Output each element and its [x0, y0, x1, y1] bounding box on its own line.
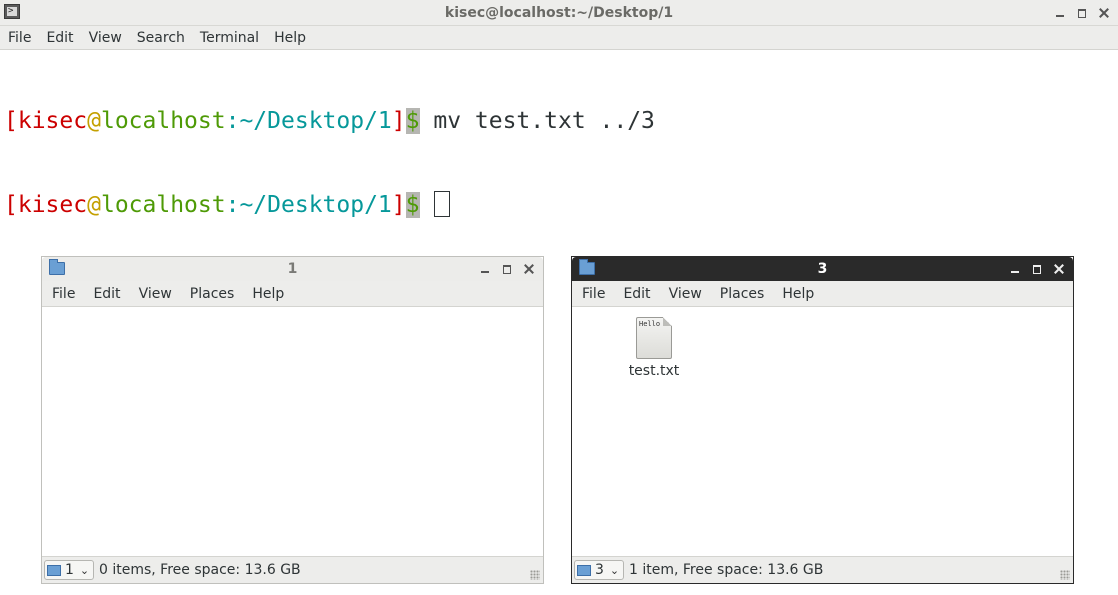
- prompt-bracket-close: ]: [391, 108, 406, 134]
- file-view-area[interactable]: [42, 307, 543, 557]
- menu-places[interactable]: Places: [180, 286, 243, 302]
- location-label: 1: [65, 562, 74, 578]
- menu-file[interactable]: File: [572, 286, 613, 302]
- minimize-icon[interactable]: [479, 263, 491, 275]
- location-dropdown[interactable]: 1 ⌄: [44, 560, 94, 580]
- folder-icon: [47, 564, 61, 576]
- prompt-colon: :: [225, 192, 240, 218]
- prompt-dollar: $: [405, 108, 420, 134]
- prompt-at: @: [87, 192, 101, 218]
- file-manager-window-3: 3 File Edit View Places Help Hello test.…: [571, 256, 1074, 584]
- minimize-icon[interactable]: [1009, 263, 1021, 275]
- menu-terminal[interactable]: Terminal: [192, 30, 266, 46]
- file-name: test.txt: [628, 363, 680, 379]
- menu-edit[interactable]: Edit: [38, 30, 80, 46]
- file-item-test-txt[interactable]: Hello test.txt: [624, 317, 684, 379]
- window-title: 3: [817, 261, 828, 277]
- chevron-down-icon: ⌄: [609, 563, 620, 577]
- terminal-menubar: File Edit View Search Terminal Help: [0, 26, 1118, 50]
- maximize-icon[interactable]: [1076, 7, 1088, 19]
- status-text: 0 items, Free space: 13.6 GB: [99, 562, 301, 578]
- prompt-at: @: [87, 108, 101, 134]
- file-view-area[interactable]: Hello test.txt: [572, 307, 1073, 557]
- prompt-colon: :: [225, 108, 240, 134]
- folder-icon[interactable]: [579, 259, 595, 275]
- menu-file[interactable]: File: [42, 286, 83, 302]
- prompt-user: kisec: [17, 192, 88, 218]
- command-text: mv test.txt ../3: [419, 108, 655, 134]
- text-file-icon[interactable]: Hello: [636, 317, 672, 359]
- window-titlebar[interactable]: 1: [42, 257, 543, 281]
- chevron-down-icon: ⌄: [79, 563, 90, 577]
- terminal-app-icon[interactable]: >: [4, 4, 20, 19]
- folder-icon: [577, 564, 591, 576]
- menu-edit[interactable]: Edit: [613, 286, 658, 302]
- menu-view[interactable]: View: [81, 30, 129, 46]
- window-menubar: File Edit View Places Help: [42, 281, 543, 307]
- location-label: 3: [595, 562, 604, 578]
- file-manager-window-1: 1 File Edit View Places Help 1 ⌄ 0 items…: [41, 256, 544, 584]
- terminal-titlebar[interactable]: > kisec@localhost:~/Desktop/1: [0, 0, 1118, 26]
- terminal-output[interactable]: [kisec@localhost:~/Desktop/1]$ mv test.t…: [0, 50, 1118, 250]
- status-bar: 3 ⌄ 1 item, Free space: 13.6 GB: [572, 556, 1073, 583]
- prompt-path: ~/Desktop/1: [239, 192, 392, 218]
- terminal-line: [kisec@localhost:~/Desktop/1]$ mv test.t…: [4, 107, 1118, 135]
- prompt-path: ~/Desktop/1: [239, 108, 392, 134]
- prompt-dollar: $: [405, 192, 420, 218]
- maximize-icon[interactable]: [501, 263, 513, 275]
- prompt-user: kisec: [17, 108, 88, 134]
- minimize-icon[interactable]: [1054, 7, 1066, 19]
- menu-file[interactable]: File: [0, 30, 38, 46]
- resize-grip-icon[interactable]: [530, 570, 540, 580]
- maximize-icon[interactable]: [1031, 263, 1043, 275]
- menu-view[interactable]: View: [659, 286, 710, 302]
- menu-help[interactable]: Help: [266, 30, 313, 46]
- menu-places[interactable]: Places: [710, 286, 773, 302]
- status-bar: 1 ⌄ 0 items, Free space: 13.6 GB: [42, 556, 543, 583]
- resize-grip-icon[interactable]: [1060, 570, 1070, 580]
- close-icon[interactable]: [1053, 263, 1065, 275]
- terminal-cursor: [434, 191, 451, 217]
- menu-edit[interactable]: Edit: [83, 286, 128, 302]
- menu-help[interactable]: Help: [242, 286, 292, 302]
- location-dropdown[interactable]: 3 ⌄: [574, 560, 624, 580]
- prompt-bracket-open: [: [4, 108, 18, 134]
- close-icon[interactable]: [523, 263, 535, 275]
- menu-help[interactable]: Help: [772, 286, 822, 302]
- prompt-bracket-close: ]: [391, 192, 406, 218]
- window-menubar: File Edit View Places Help: [572, 281, 1073, 307]
- status-text: 1 item, Free space: 13.6 GB: [629, 562, 824, 578]
- file-preview-text: Hello: [639, 320, 661, 328]
- window-title: 1: [287, 261, 298, 277]
- prompt-host: localhost: [100, 192, 226, 218]
- terminal-line: [kisec@localhost:~/Desktop/1]$: [4, 191, 1118, 219]
- folder-icon[interactable]: [49, 259, 65, 275]
- prompt-bracket-open: [: [4, 192, 18, 218]
- menu-view[interactable]: View: [129, 286, 180, 302]
- command-text: [420, 192, 434, 218]
- prompt-host: localhost: [100, 108, 226, 134]
- menu-search[interactable]: Search: [129, 30, 192, 46]
- terminal-title: kisec@localhost:~/Desktop/1: [444, 4, 674, 21]
- window-titlebar[interactable]: 3: [572, 257, 1073, 281]
- close-icon[interactable]: [1098, 7, 1110, 19]
